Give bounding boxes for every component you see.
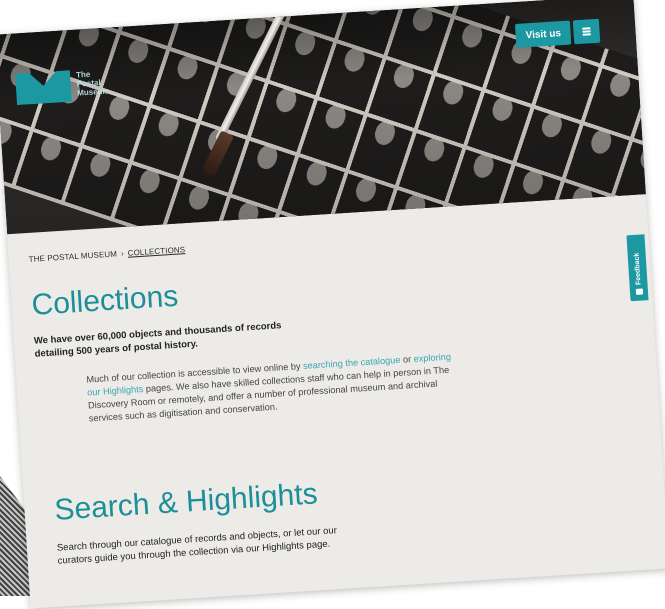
section-description: Search through our catalogue of records … [56,525,338,567]
breadcrumb-current[interactable]: COLLECTIONS [127,245,185,258]
visit-us-button[interactable]: Visit us [514,20,572,48]
museum-webpage: The Postal Museum Visit us THE POSTAL MU… [0,0,665,609]
breadcrumb-separator: › [120,248,125,259]
menu-button[interactable] [572,18,601,45]
page-title: Collections [30,279,180,322]
feedback-icon [635,288,643,295]
hero-image: The Postal Museum Visit us [0,0,646,235]
intro-text: We have over 60,000 objects and thousand… [33,320,282,360]
section-title-search-highlights: Search & Highlights [53,477,319,527]
logo-text: The Postal Museum [75,69,110,98]
feedback-tab[interactable]: Feedback [626,234,649,302]
site-logo[interactable]: The Postal Museum [15,59,118,109]
feedback-label: Feedback [633,252,643,285]
menu-icon [582,30,591,33]
envelope-logo-icon [15,70,72,106]
breadcrumb-home[interactable]: THE POSTAL MUSEUM [28,249,117,264]
breadcrumb: THE POSTAL MUSEUM › COLLECTIONS [28,245,185,264]
collection-description: Much of our collection is accessible to … [86,351,452,424]
